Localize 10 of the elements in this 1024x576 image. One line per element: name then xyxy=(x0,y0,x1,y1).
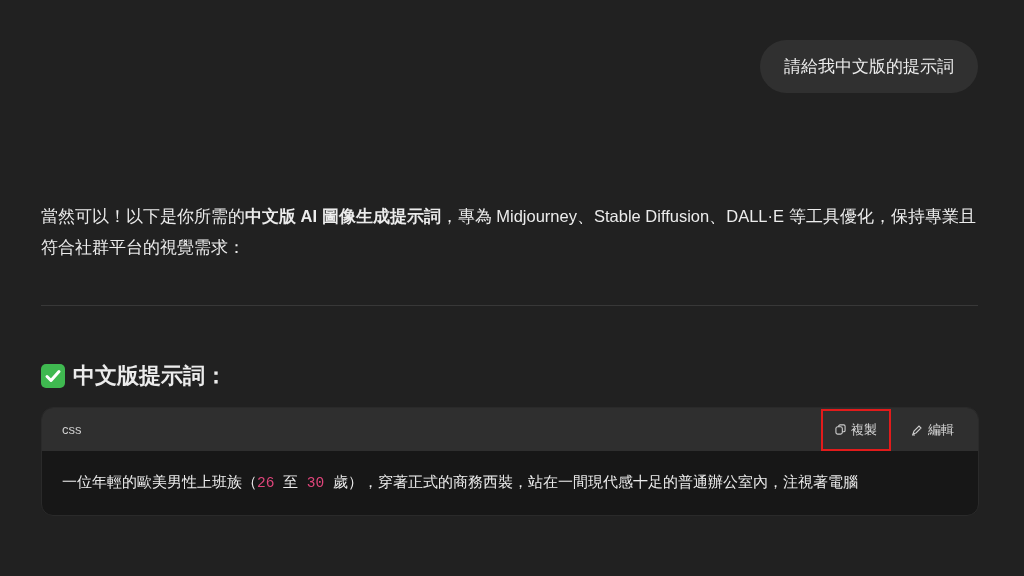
check-mark-icon xyxy=(41,364,65,388)
copy-icon xyxy=(835,424,846,435)
code-line: 一位年輕的歐美男性上班族（26 至 30 歲），穿著正式的商務西裝，站在一間現代感十足的普通辦公室內，注視著電腦 xyxy=(62,473,858,492)
language-label: css xyxy=(62,422,82,437)
pencil-icon xyxy=(911,423,923,436)
section-heading: 中文版提示詞： xyxy=(73,362,227,390)
edit-button[interactable]: 編輯 xyxy=(897,408,968,451)
copy-button[interactable]: 複製 xyxy=(821,408,891,451)
message-bubble: 請給我中文版的提示詞 xyxy=(760,40,978,93)
reply-paragraph: 當然可以！以下是你所需的中文版 AI 圖像生成提示詞，專為 Midjourney、Stable Diffusion、DALL·E 等工具優化，保持專業且符合社群平台的視覺需求： xyxy=(41,206,977,258)
